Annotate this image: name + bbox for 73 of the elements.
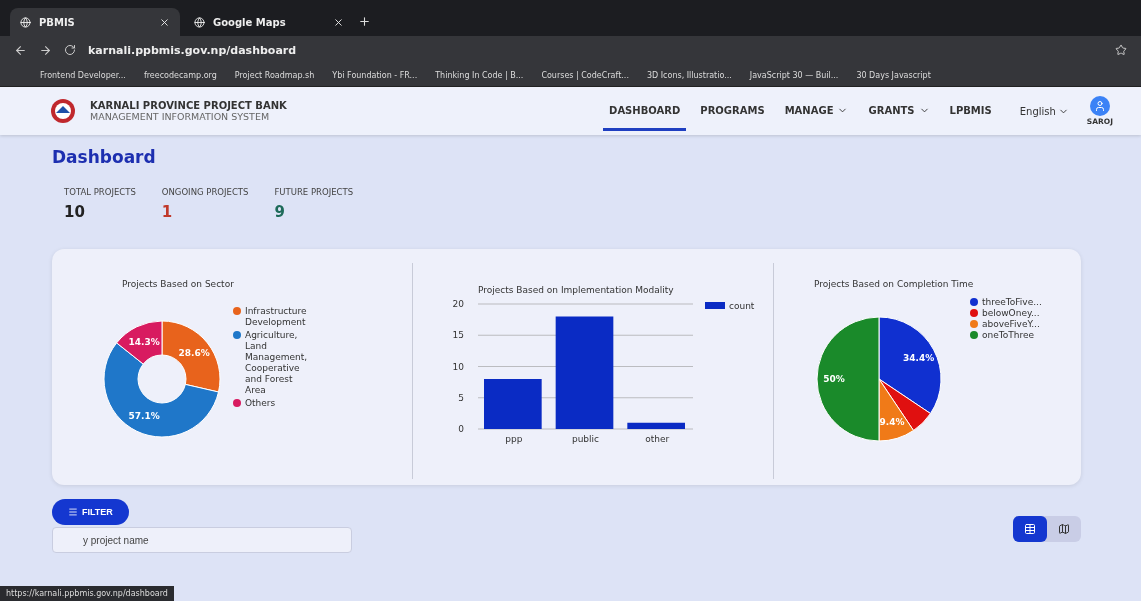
site-title: KARNALI PROVINCE PROJECT BANK xyxy=(90,100,288,111)
bookmark-link[interactable]: 3D Icons, Illustratio... xyxy=(646,70,732,80)
axis-tick-label: 0 xyxy=(458,424,464,434)
legend-label: aboveFiveY... xyxy=(982,319,1040,329)
chart-bar xyxy=(627,422,685,429)
site-icon xyxy=(194,16,205,28)
emblem-logo xyxy=(50,98,76,124)
slice-label: 28.6% xyxy=(178,348,210,359)
site-subtitle: MANAGEMENT INFORMATION SYSTEM xyxy=(90,111,271,122)
axis-category-label: other xyxy=(645,434,670,444)
chart-title: Projects Based on Completion Time xyxy=(814,279,974,289)
slice-label: 34.4% xyxy=(903,352,935,363)
back-icon[interactable] xyxy=(14,43,27,57)
chart-title: Projects Based on Implementation Modality xyxy=(478,285,674,295)
page-title: Dashboard xyxy=(52,147,157,167)
legend-label: Infrastructure Development xyxy=(245,306,307,327)
stat-label: FUTURE PROJECTS xyxy=(274,187,354,197)
axis-tick-label: 20 xyxy=(452,299,464,309)
user-icon xyxy=(1093,100,1106,112)
slice-label: 9.4% xyxy=(879,417,905,428)
filter-button[interactable]: FILTER xyxy=(52,499,129,525)
legend-label: belowOney... xyxy=(982,308,1040,318)
bookmark-link[interactable]: Ybi Foundation - FR... xyxy=(332,70,418,80)
chart-title: Projects Based on Sector xyxy=(122,279,234,289)
slice-label: 57.1% xyxy=(128,410,160,421)
axis-tick-label: 15 xyxy=(452,330,464,341)
status-url: https://karnali.ppbmis.gov.np/dashboard xyxy=(0,586,174,601)
close-icon[interactable] xyxy=(159,16,170,28)
legend-swatch xyxy=(705,302,725,309)
new-tab-icon[interactable] xyxy=(358,15,371,28)
stat-label: ONGOING PROJECTS xyxy=(161,187,249,197)
legend-label: Others xyxy=(245,398,276,408)
nav-link[interactable]: DASHBOARD xyxy=(603,91,687,131)
nav-link[interactable]: GRANTS xyxy=(862,91,936,131)
legend-label: count xyxy=(729,301,755,311)
table-view-button[interactable] xyxy=(1013,516,1047,542)
axis-tick-label: 5 xyxy=(458,392,464,403)
avatar-icon[interactable] xyxy=(1089,96,1110,116)
legend-label: threeToFive... xyxy=(982,297,1042,307)
legend-label: oneToThree xyxy=(982,330,1034,340)
search-field[interactable]: y project name xyxy=(52,527,352,553)
slice-label: 50% xyxy=(823,374,845,384)
bookmark-star-icon[interactable] xyxy=(1115,44,1127,56)
browser-tab[interactable]: PBMIS xyxy=(10,8,180,36)
bookmark-link[interactable]: Courses | CodeCraft... xyxy=(541,70,629,80)
map-icon xyxy=(1058,523,1070,535)
menu-icon xyxy=(68,507,78,517)
bookmark-link[interactable]: Frontend Developer... xyxy=(40,70,126,80)
site-icon xyxy=(20,16,31,28)
bookmark-link[interactable]: freecodecamp.org xyxy=(143,70,217,80)
axis-category-label: ppp xyxy=(505,434,523,444)
stat-value: 10 xyxy=(64,203,86,221)
slice-label: 14.3% xyxy=(128,337,160,348)
axis-category-label: public xyxy=(571,434,600,444)
axis-tick-label: 10 xyxy=(452,361,464,372)
bookmark-link[interactable]: Thinking In Code | B... xyxy=(435,70,524,80)
stat-value: 9 xyxy=(274,203,286,221)
nav-link[interactable]: PROGRAMS xyxy=(694,91,771,131)
close-icon[interactable] xyxy=(333,16,344,28)
nav-link[interactable]: LPBMIS xyxy=(943,91,998,131)
chart-bar xyxy=(484,379,542,429)
language-select[interactable]: English xyxy=(1019,105,1069,117)
reload-icon[interactable] xyxy=(64,44,76,56)
browser-tab[interactable]: Google Maps xyxy=(184,8,354,36)
legend-label: Agriculture, Land Management, Cooperative and Forest Area xyxy=(245,330,308,395)
stat-value: 1 xyxy=(161,203,174,221)
bookmark-link[interactable]: Project Roadmap.sh xyxy=(234,70,315,80)
nav-link[interactable]: MANAGE xyxy=(778,91,855,131)
bookmark-link[interactable]: JavaScript 30 — Buil... xyxy=(749,70,839,80)
stat-label: TOTAL PROJECTS xyxy=(64,187,136,197)
bookmark-link[interactable]: 30 Days Javascript xyxy=(856,70,931,80)
forward-icon[interactable] xyxy=(39,43,52,57)
table-icon xyxy=(1024,523,1036,535)
